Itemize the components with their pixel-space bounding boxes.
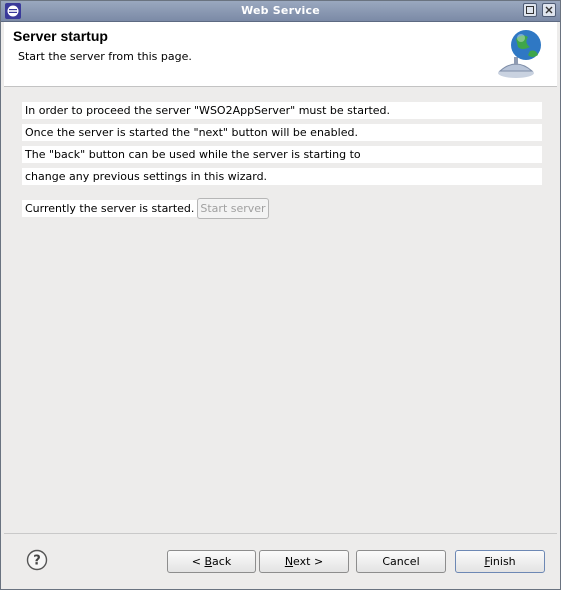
title-bar[interactable]: Web Service	[1, 1, 560, 22]
window-title: Web Service	[241, 4, 320, 17]
info-line-3: The "back" button can be used while the …	[22, 146, 542, 163]
web-service-dialog: Web Service Server startup Start the ser…	[0, 0, 561, 590]
back-label-post: ack	[212, 555, 232, 568]
wizard-footer: ? < Back Next > Cancel Finish	[4, 533, 557, 588]
maximize-icon	[526, 6, 534, 14]
server-status-label: Currently the server is started.	[22, 200, 198, 217]
help-icon[interactable]: ?	[26, 549, 48, 571]
close-icon	[545, 6, 553, 14]
page-description: Start the server from this page.	[18, 50, 192, 63]
info-line-4: change any previous settings in this wiz…	[22, 168, 542, 185]
svg-text:?: ?	[33, 554, 41, 569]
info-line-2: Once the server is started the "next" bu…	[22, 124, 542, 141]
globe-server-icon	[498, 30, 541, 78]
page-title: Server startup	[13, 28, 108, 44]
next-label-mnemonic: N	[284, 555, 294, 568]
start-server-button[interactable]: Start server	[197, 198, 269, 219]
back-label-mnemonic: B	[204, 555, 213, 568]
finish-button[interactable]: Finish	[455, 550, 545, 573]
close-button[interactable]	[542, 3, 556, 17]
wizard-content: In order to proceed the server "WSO2AppS…	[4, 87, 557, 533]
maximize-button[interactable]	[523, 3, 537, 17]
info-line-1: In order to proceed the server "WSO2AppS…	[22, 102, 542, 119]
back-label-pre: <	[191, 555, 205, 568]
cancel-button[interactable]: Cancel	[356, 550, 446, 573]
wizard-header: Server startup Start the server from thi…	[4, 22, 557, 87]
back-button[interactable]: < Back	[167, 550, 256, 573]
next-button[interactable]: Next >	[259, 550, 349, 573]
next-label-post: ext >	[293, 555, 324, 568]
finish-label-post: inish	[489, 555, 516, 568]
